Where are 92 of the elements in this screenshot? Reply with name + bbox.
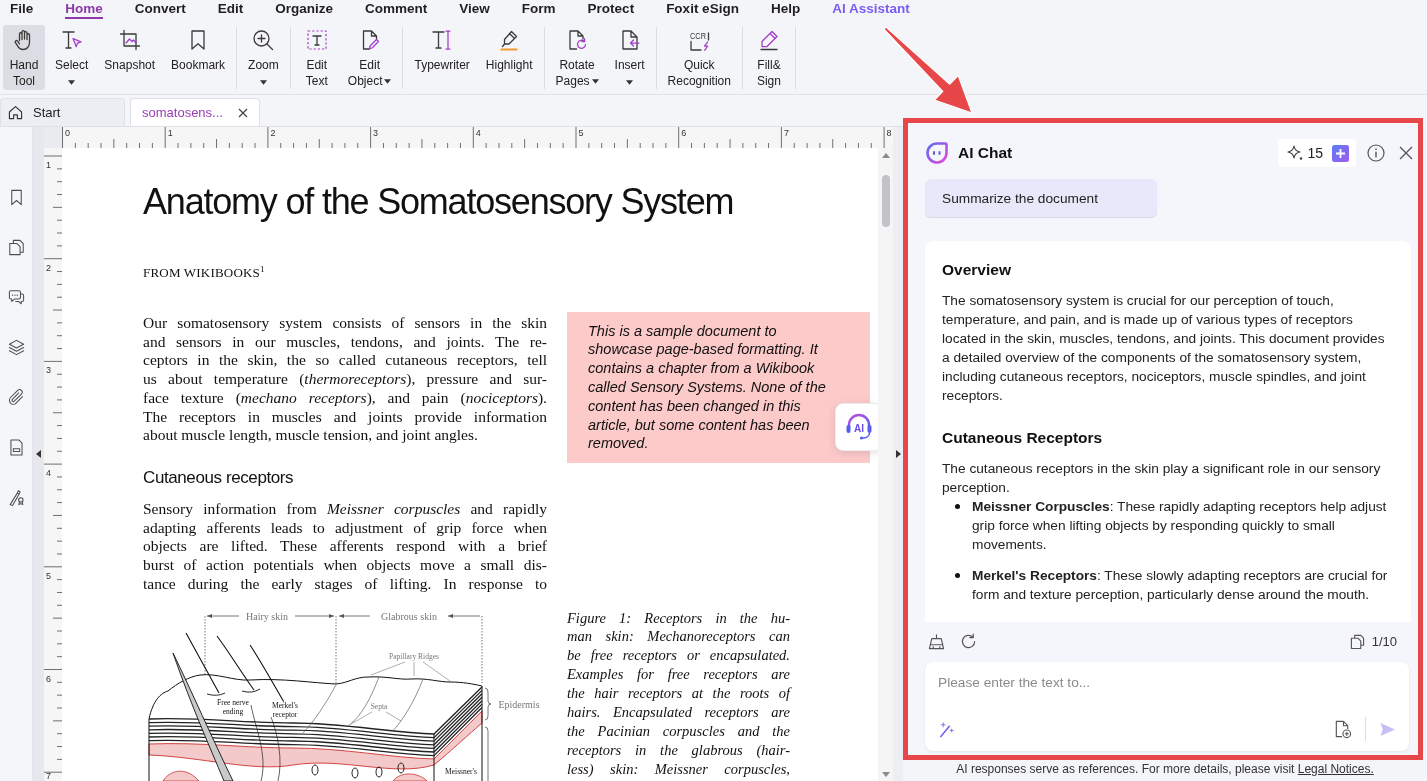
diagram-label: Hairy skin	[246, 610, 288, 622]
diagram-label: Glabrous skin	[381, 610, 437, 622]
response-paragraph: The somatosensory system is crucial for our perception of touch, temperature, and pain, and is made up of various types of receptors located in the skin, muscles, tendons, and joints. This document provides a detailed overview of the components of the somatosensory system, including cutaneous receptors, nociceptors, muscle spindles, and joint receptors.	[942, 291, 1386, 405]
menu-tab[interactable]: Organize	[275, 0, 334, 19]
ribbon-button[interactable]: Insert	[608, 25, 651, 90]
refresh-icon[interactable]	[960, 632, 977, 650]
menu-tab[interactable]: Foxit eSign	[666, 0, 739, 19]
triangle-up-icon[interactable]	[881, 153, 890, 158]
menu-tab[interactable]: Protect	[587, 0, 635, 19]
image-crop-icon	[117, 28, 142, 52]
menu-tab[interactable]: Comment	[365, 0, 428, 19]
ruler-number: 0	[65, 128, 70, 138]
ruler-number: 1	[46, 160, 51, 170]
document-tab[interactable]: Start	[0, 98, 125, 126]
ruler-number: 5	[578, 128, 584, 138]
broom-icon[interactable]	[928, 632, 945, 650]
ruler-number: 3	[373, 128, 379, 138]
ribbon-button[interactable]: Snapshot	[98, 25, 162, 90]
bullet-text: Meissner Corpuscles: These rapidly adapting receptors help adjust grip force when lifting objects by responding quickly to small movements.	[972, 497, 1388, 554]
ruler-number: 8	[886, 128, 892, 138]
response-heading: Cutaneous Receptors	[942, 427, 1104, 447]
ruler-number: 1	[167, 128, 173, 138]
sparkle-icon	[1286, 144, 1305, 162]
comment-icon[interactable]	[6, 288, 26, 307]
bullet-icon	[955, 503, 960, 509]
ruler-number: 2	[270, 128, 276, 138]
close-icon[interactable]	[238, 107, 248, 118]
ruler-number: 3	[46, 365, 51, 376]
ribbon-button[interactable]: Select	[49, 25, 95, 90]
ruler-number: 7	[46, 771, 51, 781]
ribbon-button[interactable]: CCR Quick Recognition	[661, 25, 737, 90]
paperclip-icon[interactable]	[6, 388, 26, 407]
prompt-bubble: Summarize the document	[925, 179, 1157, 217]
menu-tab[interactable]: Edit	[217, 0, 244, 19]
chat-bot-icon	[925, 141, 949, 165]
text-box-icon	[304, 28, 329, 52]
body-paragraph: Sensory information from Meissner corpuscles and rapidly adapting afferents leads to adjustment of grip force when objects are lifted. These afferents respond with a brief burst of action potentials when objects move a small dis- tance during the early stages of lifting. In response to	[143, 500, 547, 594]
pages-icon[interactable]	[6, 238, 26, 257]
layers-icon[interactable]	[6, 338, 26, 357]
section-heading: Cutaneous receptors	[143, 467, 295, 490]
menu-tab[interactable]: Convert	[134, 0, 186, 19]
triangle-left-icon[interactable]	[36, 450, 41, 458]
menu-tab[interactable]: Help	[770, 0, 801, 19]
menu-tab[interactable]: Home	[65, 0, 103, 19]
zoom-in-icon	[251, 28, 276, 52]
diagram-label: Epidermis	[498, 699, 540, 711]
triangle-right-icon[interactable]	[895, 450, 901, 458]
pages-icon	[1349, 633, 1365, 649]
ruler-number: 6	[46, 673, 51, 684]
credit-count: 15	[1307, 145, 1323, 161]
menu-tab[interactable]: File	[10, 0, 34, 19]
ribbon-button[interactable]: Bookmark	[165, 25, 232, 90]
info-icon[interactable]	[1367, 144, 1385, 162]
plus-icon[interactable]	[1332, 144, 1349, 162]
ribbon-button[interactable]: Zoom	[242, 25, 285, 90]
legal-notices-link[interactable]: Legal Notices.	[1297, 762, 1374, 776]
ribbon-button[interactable]: Highlight	[479, 25, 539, 90]
figure-caption: Figure 1: Receptors in the hu- man skin: Mechanoreceptors can be free receptors or encapsulated. Examples for free receptors are the hair receptors at the roots of hairs. Encapsulated receptors are the Pacinian corpuscles and the receptors in the glabrous (hair- less) skin: Meissner corpuscles,	[567, 608, 790, 780]
menu-tab[interactable]: Form	[521, 0, 556, 19]
ribbon-button[interactable]: Hand Tool	[3, 25, 45, 90]
panel-title: AI Chat	[958, 144, 1013, 162]
disclaimer-text: AI responses serve as references. For more details, please visit Legal Notices.	[956, 761, 1374, 777]
page-count: 1/10	[1371, 633, 1397, 649]
document-tab[interactable]: somatosens...	[130, 98, 260, 126]
response-heading: Overview	[942, 259, 1012, 279]
bullet-icon	[955, 572, 960, 578]
ribbon-button[interactable]: Fill& Sign	[747, 25, 790, 90]
ribbon-button[interactable]: Typewriter	[408, 25, 476, 90]
menu-tab[interactable]: View	[459, 0, 490, 19]
menu-tab[interactable]: AI Assistant	[832, 0, 910, 19]
body-paragraph: Our somatosensory system consists of sensors in the skin and sensors in our muscles, tendons, and joints. The re- ceptors in the skin, the so called cutaneous receptors, tell us about temperature (thermoreceptors), pressure and sur- face texture (mechano receptors), and pain (nociceptors). The receptors in muscles and joints provide information about muscle length, muscle tension, and joint angles.	[143, 314, 547, 445]
magic-wand-icon[interactable]	[938, 720, 955, 738]
ribbon-button[interactable]: Rotate Pages	[549, 25, 605, 90]
chat-input-field[interactable]: Please enter the text to...	[938, 672, 1396, 692]
ruler-number: 4	[46, 468, 51, 479]
document-add-icon[interactable]	[1333, 719, 1352, 739]
document-title: Anatomy of the Somatosensory System	[143, 181, 735, 223]
ruler-number: 6	[681, 128, 687, 138]
scrollbar-thumb[interactable]	[881, 175, 890, 227]
ai-assistant-button[interactable]: AI	[835, 403, 878, 451]
home-icon	[8, 105, 23, 120]
ruler-number: 7	[783, 128, 789, 138]
byline: FROM WIKIBOOKS$^{1}$	[143, 264, 265, 282]
triangle-down-icon[interactable]	[881, 772, 890, 777]
response-paragraph: The cutaneous receptors in the skin play a significant role in our sensory perception.	[942, 459, 1382, 497]
close-icon[interactable]	[1399, 146, 1413, 160]
ribbon-button[interactable]: Edit Object	[341, 25, 398, 90]
ruler-number: 4	[475, 128, 481, 138]
ruler-number: 5	[46, 570, 51, 581]
bullet-text: Merkel's Receptors: These slowly adapting receptors are crucial for form and texture perception, particularly dense around the mouth.	[972, 566, 1389, 604]
ruler-number: 2	[46, 262, 51, 273]
ribbon-button[interactable]: Edit Text	[295, 25, 338, 90]
